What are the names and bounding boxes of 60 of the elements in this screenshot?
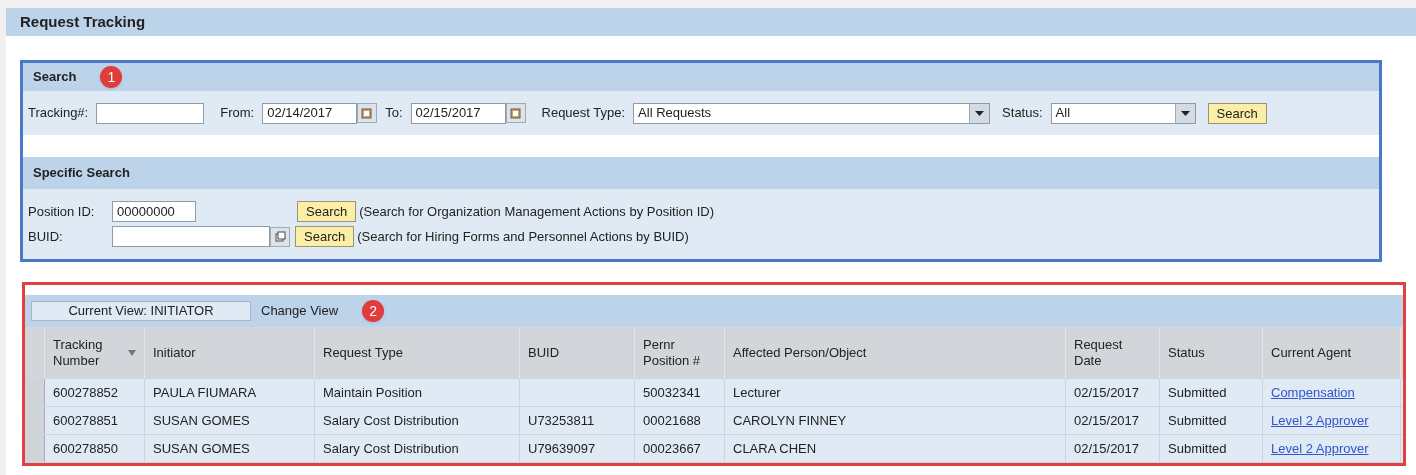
table-cell-text: Maintain Position	[323, 383, 422, 402]
field-label: To:	[385, 104, 403, 123]
field-label: From:	[220, 104, 255, 123]
table-cell-text: 02/15/2017	[1074, 411, 1140, 430]
agent-link[interactable]: Level 2 Approver	[1271, 438, 1369, 459]
table-cell-text: 02/15/2017	[1074, 383, 1140, 402]
table-cell-text: Salary Cost Distribution	[323, 439, 459, 458]
calendar-icon[interactable]	[505, 103, 526, 123]
table-cell-text: 00023667	[643, 439, 701, 458]
field-label: BUID:	[28, 227, 64, 246]
table-cell-text: Lecturer	[733, 383, 781, 402]
table-cell-text: 600278851	[53, 411, 119, 430]
picker-icon[interactable]	[270, 226, 290, 247]
table-cell-text: CLARA CHEN	[733, 439, 817, 458]
search-button[interactable]: Search	[295, 226, 355, 247]
field-label: Request Type:	[541, 104, 626, 123]
section-title: Specific Search	[33, 164, 130, 183]
step-marker: 1	[100, 66, 123, 88]
dropdown-field[interactable]: All Requests	[633, 102, 991, 124]
date-field[interactable]: 02/15/2017	[410, 102, 506, 124]
dropdown-field[interactable]: All	[1050, 102, 1196, 124]
table-cell-text: 50032341	[643, 383, 701, 402]
change-view-button[interactable]: Change View	[261, 301, 339, 321]
calendar-icon[interactable]	[357, 103, 378, 123]
table-cell-text: Submitted	[1168, 439, 1227, 458]
table-cell-text: 00021688	[643, 411, 701, 430]
field-label: Status:	[1002, 104, 1043, 123]
table-cell-text: PAULA FIUMARA	[153, 383, 257, 402]
date-field[interactable]: 02/14/2017	[262, 102, 358, 124]
row-selector[interactable]	[25, 379, 45, 406]
step-marker: 2	[362, 300, 385, 322]
row-selector[interactable]	[25, 435, 45, 462]
field-label: Tracking#:	[28, 104, 89, 123]
current-view-label: Current View: INITIATOR	[31, 301, 251, 321]
table-cell-text: 600278852	[53, 383, 119, 402]
search-button[interactable]: Search	[297, 201, 357, 222]
table-cell-text: SUSAN GOMES	[153, 411, 250, 430]
search-button[interactable]: Search	[1207, 102, 1267, 124]
caret-icon	[975, 110, 985, 116]
agent-link[interactable]: Compensation	[1271, 382, 1355, 403]
section-title: Search	[33, 68, 77, 87]
input-field[interactable]	[112, 226, 270, 247]
table-cell-text: 600278850	[53, 439, 119, 458]
table-cell-text: U73253811	[528, 411, 595, 430]
table-cell-text: SUSAN GOMES	[153, 439, 250, 458]
table-cell-text: Salary Cost Distribution	[323, 411, 459, 430]
input-field[interactable]: 00000000	[112, 201, 196, 222]
table-cell-text: Submitted	[1168, 411, 1227, 430]
table-cell-text: CAROLYN FINNEY	[733, 411, 847, 430]
search-note: (Search for Organization Management Actions by Position ID)	[359, 202, 714, 221]
caret-icon	[1180, 110, 1190, 116]
row-selector[interactable]	[25, 407, 45, 434]
table-cell-text: U79639097	[528, 439, 596, 458]
table-cell-text: 02/15/2017	[1074, 439, 1140, 458]
page-title: Request Tracking	[20, 11, 146, 32]
table-cell-text: Submitted	[1168, 383, 1227, 402]
agent-link[interactable]: Level 2 Approver	[1271, 410, 1369, 431]
field-label: Position ID:	[28, 202, 96, 221]
search-note: (Search for Hiring Forms and Personnel Actions by BUID)	[357, 227, 689, 246]
input-field[interactable]	[96, 102, 205, 124]
